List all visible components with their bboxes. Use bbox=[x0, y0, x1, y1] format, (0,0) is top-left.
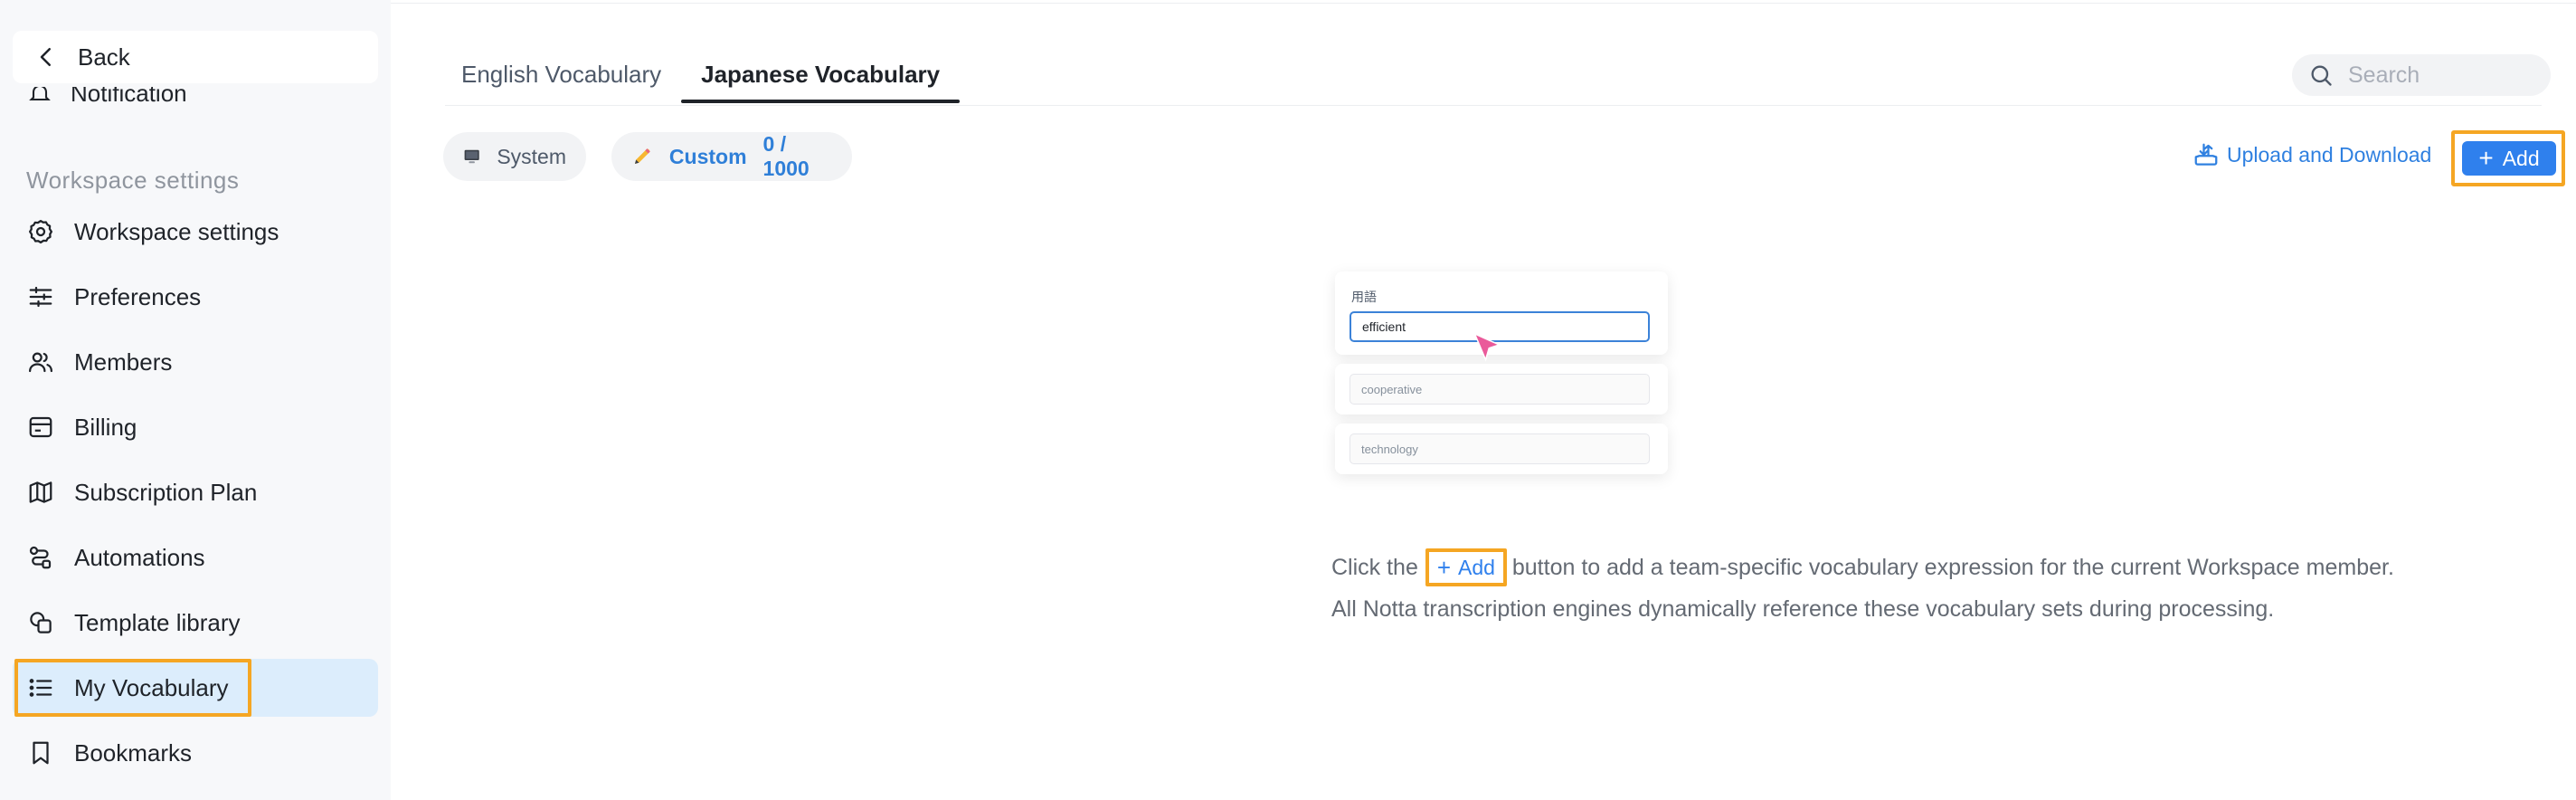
sidebar-item-label: Subscription Plan bbox=[74, 478, 258, 506]
filter-system-label: System bbox=[497, 144, 566, 168]
sidebar-item-label: Billing bbox=[74, 413, 137, 441]
sidebar-item-my-vocabulary[interactable]: My Vocabulary bbox=[13, 659, 378, 717]
sliders-icon bbox=[29, 286, 52, 308]
sidebar-item-label: Preferences bbox=[74, 282, 202, 310]
bookmark-icon bbox=[33, 741, 49, 765]
sidebar-item-label: Workspace settings bbox=[74, 217, 279, 245]
map-icon bbox=[29, 481, 52, 503]
top-divider bbox=[391, 0, 2576, 4]
sidebar-item-automations[interactable]: Automations bbox=[13, 529, 378, 586]
upload-download-label: Upload and Download bbox=[2227, 142, 2432, 167]
inline-add-label: Add bbox=[1458, 556, 1495, 579]
tabs-divider bbox=[445, 105, 2542, 106]
filter-system[interactable]: System bbox=[443, 132, 586, 181]
add-button-highlight: + Add bbox=[2451, 130, 2565, 186]
search-icon bbox=[2311, 65, 2332, 86]
upload-download-button[interactable]: Upload and Download bbox=[2192, 141, 2431, 168]
sidebar-item-billing[interactable]: Billing bbox=[13, 398, 378, 456]
tab-english-vocabulary[interactable]: English Vocabulary bbox=[441, 51, 681, 105]
monitor-icon bbox=[464, 149, 479, 164]
gear-icon bbox=[29, 220, 52, 243]
cursor-pointer-icon bbox=[1473, 332, 1501, 362]
illustration-field: cooperative bbox=[1350, 374, 1650, 405]
description-text: button to add a team-specific vocabulary… bbox=[1511, 555, 2394, 580]
sidebar-item-members[interactable]: Members bbox=[13, 333, 378, 391]
filter-custom-count: 0 / 1000 bbox=[762, 132, 810, 180]
template-icon bbox=[30, 612, 52, 633]
chevron-left-icon bbox=[40, 48, 51, 66]
sidebar-item-label: Bookmarks bbox=[74, 738, 193, 767]
description-text: Click the bbox=[1331, 555, 1418, 580]
vocabulary-tabs: English Vocabulary Japanese Vocabulary bbox=[441, 51, 961, 105]
filter-custom[interactable]: Custom 0 / 1000 bbox=[611, 132, 852, 181]
illustration-term-label: 用語 bbox=[1351, 290, 1377, 304]
sidebar-item-workspace-settings[interactable]: Workspace settings bbox=[13, 203, 378, 261]
sidebar-item-bookmarks[interactable]: Bookmarks bbox=[13, 724, 378, 782]
plus-icon: + bbox=[1436, 554, 1451, 581]
sidebar-item-label: Members bbox=[74, 348, 173, 376]
main-content: English Vocabulary Japanese Vocabulary S… bbox=[391, 0, 2576, 800]
sidebar-item-label: Automations bbox=[74, 543, 205, 571]
description-line-2: All Notta transcription engines dynamica… bbox=[1331, 588, 2394, 630]
add-button[interactable]: + Add bbox=[2462, 141, 2556, 176]
inline-add-button[interactable]: + Add bbox=[1437, 547, 1495, 588]
plus-icon: + bbox=[2478, 144, 2494, 172]
sidebar-item-label: Template library bbox=[74, 608, 241, 636]
sidebar-item-notification[interactable]: Notification bbox=[27, 87, 187, 118]
add-button-label: Add bbox=[2502, 146, 2540, 170]
description-text: All Notta transcription engines dynamica… bbox=[1331, 596, 2275, 622]
description-line-1: Click the + Add button to add a team-spe… bbox=[1331, 547, 2394, 588]
list-icon bbox=[29, 679, 52, 697]
automation-icon bbox=[29, 546, 52, 569]
back-button[interactable]: Back bbox=[13, 31, 378, 83]
sidebar-item-label: My Vocabulary bbox=[74, 673, 229, 701]
inline-add-highlight: + Add bbox=[1425, 548, 1507, 586]
illustration-card: cooperative bbox=[1335, 364, 1668, 414]
empty-state-description: Click the + Add button to add a team-spe… bbox=[1331, 547, 2394, 630]
bell-icon bbox=[29, 87, 51, 101]
sidebar-item-template-library[interactable]: Template library bbox=[13, 594, 378, 652]
search-box[interactable] bbox=[2292, 54, 2551, 96]
filter-custom-label: Custom bbox=[668, 144, 747, 168]
upload-download-icon bbox=[2194, 143, 2218, 166]
sidebar-item-label: Notification bbox=[71, 87, 187, 107]
sidebar: Back Notification Workspace settings Wor… bbox=[0, 0, 391, 800]
pencil-icon bbox=[634, 148, 650, 164]
tab-japanese-vocabulary[interactable]: Japanese Vocabulary bbox=[681, 51, 961, 105]
section-title: Workspace settings bbox=[26, 167, 240, 194]
back-label: Back bbox=[78, 43, 130, 71]
sidebar-nav: Workspace settings Preferences Members B… bbox=[13, 203, 378, 789]
members-icon bbox=[29, 352, 52, 373]
empty-state-illustration: 用語 efficient cooperative technology bbox=[1335, 271, 1668, 481]
billing-icon bbox=[29, 416, 52, 438]
illustration-card: technology bbox=[1335, 424, 1668, 474]
illustration-field: technology bbox=[1350, 433, 1650, 464]
sidebar-item-preferences[interactable]: Preferences bbox=[13, 268, 378, 326]
sidebar-item-subscription-plan[interactable]: Subscription Plan bbox=[13, 463, 378, 521]
search-input[interactable] bbox=[2348, 62, 2529, 89]
